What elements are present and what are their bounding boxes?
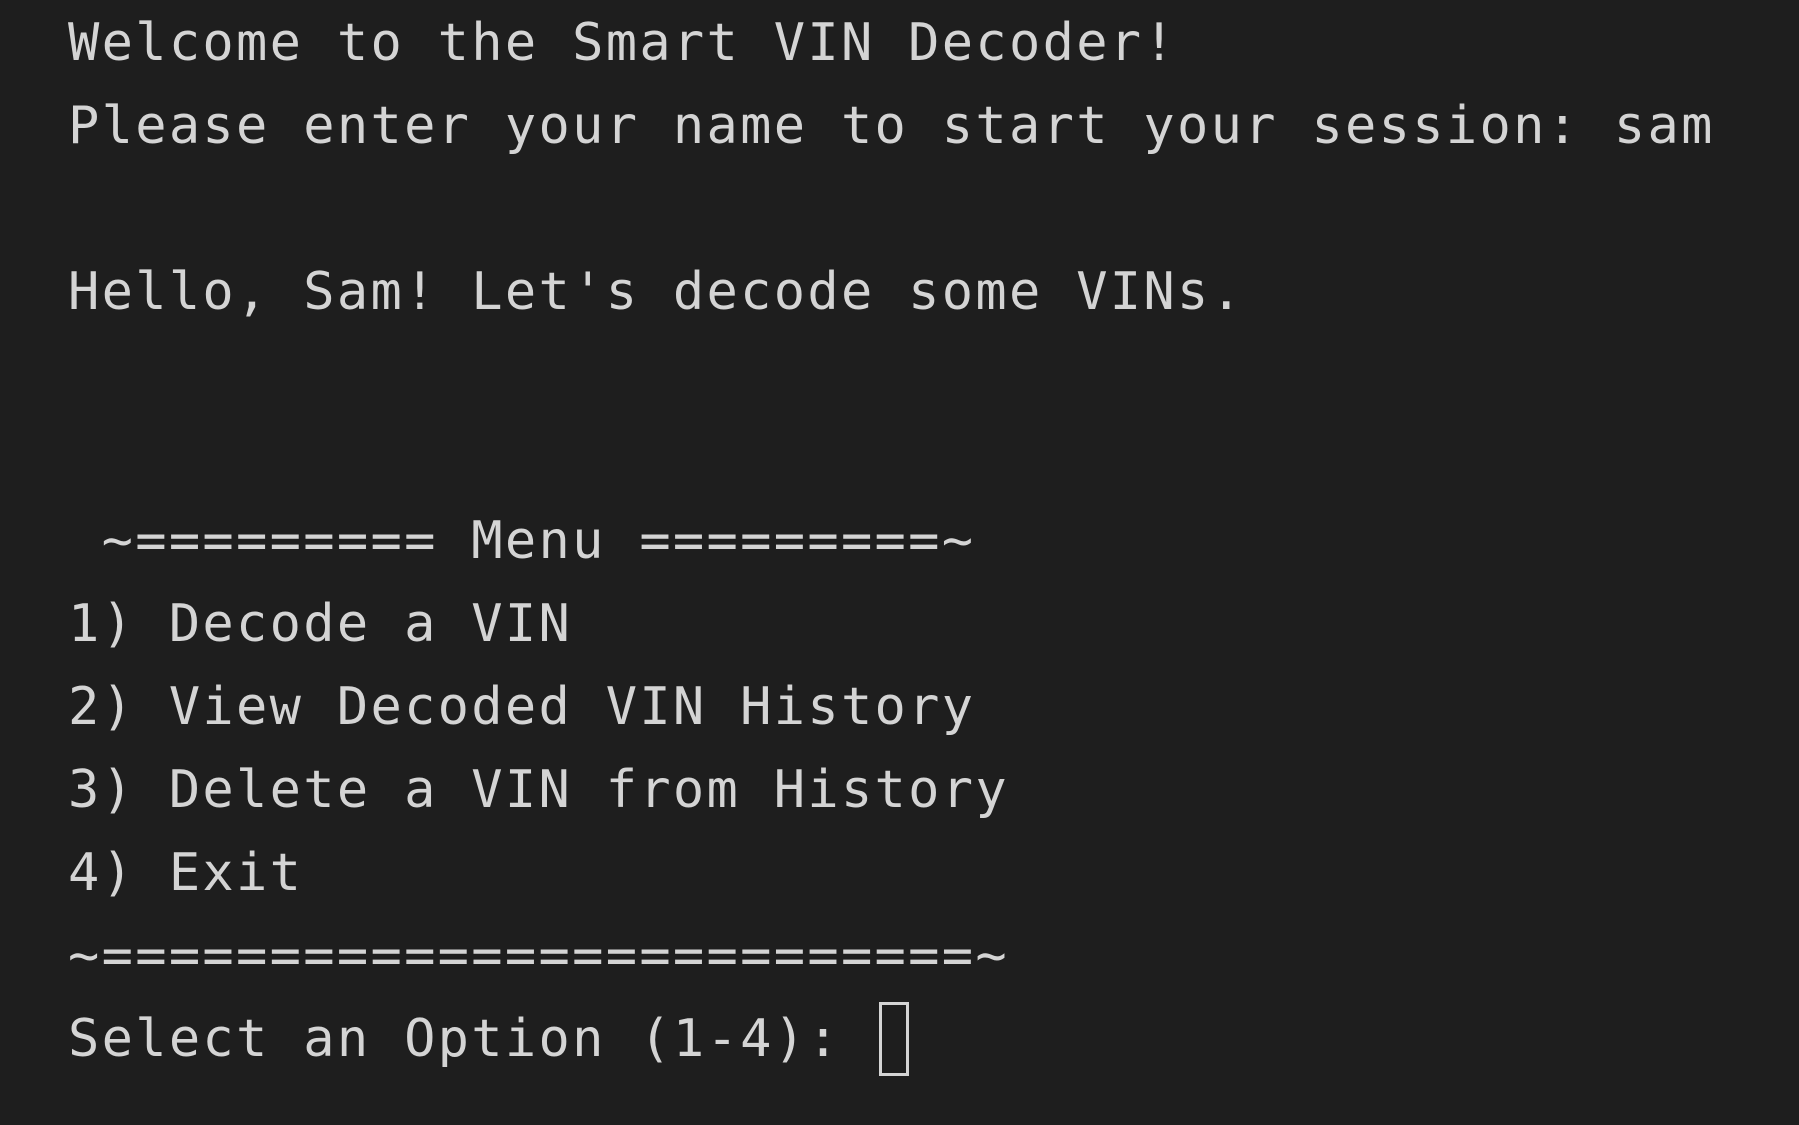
terminal-window[interactable]: Welcome to the Smart VIN Decoder! Please… (0, 0, 1799, 1125)
name-prompt-line: Please enter your name to start your ses… (68, 85, 1715, 167)
menu-footer: ~==========================~ (68, 926, 1009, 986)
option-prompt-text: Select an Option (1-4): (68, 1009, 875, 1069)
name-input-value: sam (1613, 96, 1715, 156)
menu-item-delete-vin: 3) Delete a VIN from History (68, 760, 1009, 820)
menu-item-view-history: 2) View Decoded VIN History (68, 677, 976, 737)
block-cursor-icon[interactable] (878, 1002, 909, 1076)
menu-item-exit: 4) Exit (68, 843, 304, 903)
option-prompt-line[interactable]: Select an Option (1-4): (68, 998, 909, 1080)
greeting-text: Hello, Sam! Let's decode some VINs. (68, 262, 1245, 322)
name-prompt-text: Please enter your name to start your ses… (68, 96, 1614, 156)
menu-header: ~========= Menu =========~ (68, 511, 976, 571)
welcome-text: Welcome to the Smart VIN Decoder! (68, 13, 1178, 73)
menu-item-decode-vin: 1) Decode a VIN (68, 594, 573, 654)
